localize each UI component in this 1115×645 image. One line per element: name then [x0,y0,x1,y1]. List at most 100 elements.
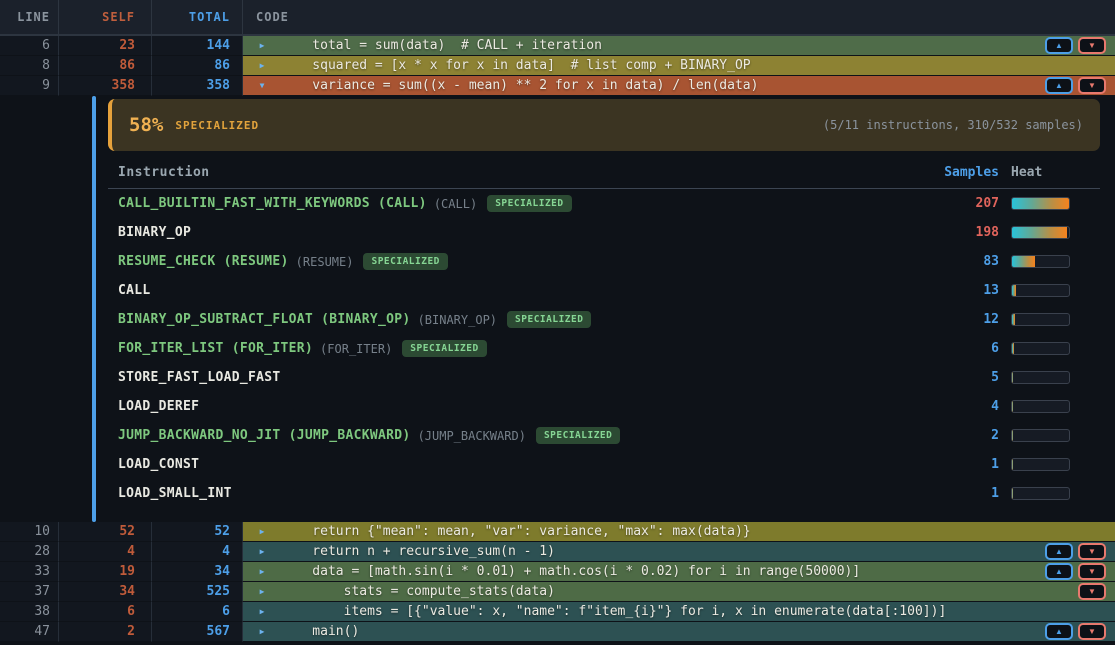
instruction-name-group: FOR_ITER_LIST (FOR_ITER) (FOR_ITER) SPEC… [108,340,929,357]
line-number: 37 [0,582,59,602]
jump-up-button[interactable]: ▲ [1045,623,1073,640]
code-cell[interactable]: ▶ main() ▲ ▼ [243,622,1115,642]
instruction-samples: 4 [929,399,999,414]
heat-bar-track [1011,487,1070,500]
expand-arrow-icon[interactable]: ▶ [243,542,281,562]
specialization-summary-banner: 58% SPECIALIZED (5/11 instructions, 310/… [108,99,1100,151]
expand-arrow-icon[interactable]: ▶ [243,602,281,622]
expand-arrow-icon[interactable]: ▶ [243,36,281,56]
instruction-samples: 5 [929,370,999,385]
code-cell[interactable]: ▶ return n + recursive_sum(n - 1) ▲ ▼ [243,542,1115,562]
instruction-name-group: LOAD_CONST [108,457,929,472]
code-cell[interactable]: ▶ items = [{"value": x, "name": f"item_{… [243,602,1115,622]
line-number: 10 [0,522,59,542]
code-text: data = [math.sin(i * 0.01) + math.cos(i … [281,562,860,582]
instruction-samples: 6 [929,341,999,356]
total-samples: 144 [152,36,243,56]
instruction-base-name: (FOR_ITER) [320,342,392,356]
self-samples: 358 [59,76,152,96]
jump-down-button[interactable]: ▼ [1078,623,1106,640]
code-text: return n + recursive_sum(n - 1) [281,542,555,562]
line-number: 28 [0,542,59,562]
instruction-base-name: (JUMP_BACKWARD) [418,429,526,443]
jump-down-button[interactable]: ▼ [1078,583,1106,600]
heat-bar [999,429,1100,442]
instruction-table-header: Instruction Samples Heat [108,157,1100,189]
jump-down-button[interactable]: ▼ [1078,543,1106,560]
instruction-name-group: BINARY_OP_SUBTRACT_FLOAT (BINARY_OP) (BI… [108,311,929,328]
self-samples: 86 [59,56,152,76]
instruction-samples: 13 [929,283,999,298]
expanded-row-indicator-line [92,96,96,522]
row-nav-buttons: ▲ ▼ [1045,37,1115,54]
total-samples: 86 [152,56,243,76]
instruction-row: FOR_ITER_LIST (FOR_ITER) (FOR_ITER) SPEC… [108,334,1100,363]
self-samples: 34 [59,582,152,602]
jump-up-button[interactable]: ▲ [1045,543,1073,560]
heat-bar [999,371,1100,384]
code-text: items = [{"value": x, "name": f"item_{i}… [281,602,946,622]
self-samples: 4 [59,542,152,562]
instruction-samples: 83 [929,254,999,269]
heat-bar [999,197,1100,210]
jump-up-button[interactable]: ▲ [1045,37,1073,54]
heat-bar-fill [1012,285,1016,296]
code-line-row: 6 23 144 ▶ total = sum(data) # CALL + it… [0,36,1115,56]
code-cell[interactable]: ▶ data = [math.sin(i * 0.01) + math.cos(… [243,562,1115,582]
line-number: 9 [0,76,59,96]
instruction-name: LOAD_DEREF [118,399,199,414]
row-nav-buttons: ▲ ▼ [1045,77,1115,94]
code-rows-bottom: 10 52 52 ▶ return {"mean": mean, "var": … [0,522,1115,642]
down-arrow-icon: ▼ [1088,628,1096,636]
code-cell[interactable]: ▼ variance = sum((x - mean) ** 2 for x i… [243,76,1115,96]
instruction-name: FOR_ITER_LIST (FOR_ITER) [118,341,313,356]
instruction-row: LOAD_CONST 1 [108,450,1100,479]
code-line-row: 47 2 567 ▶ main() ▲ ▼ [0,622,1115,642]
specialized-percent: 58% [129,114,163,136]
expand-arrow-icon[interactable]: ▼ [243,76,281,96]
expand-arrow-icon[interactable]: ▶ [243,562,281,582]
jump-down-button[interactable]: ▼ [1078,563,1106,580]
instruction-row: LOAD_DEREF 4 [108,392,1100,421]
jump-up-button[interactable]: ▲ [1045,563,1073,580]
heat-bar-fill [1012,256,1035,267]
header-heat: Heat [999,165,1100,180]
instruction-samples: 1 [929,457,999,472]
heat-bar-track [1011,342,1070,355]
instruction-name: JUMP_BACKWARD_NO_JIT (JUMP_BACKWARD) [118,428,411,443]
heat-bar-track [1011,255,1070,268]
code-cell[interactable]: ▶ return {"mean": mean, "var": variance,… [243,522,1115,542]
instruction-base-name: (RESUME) [296,255,354,269]
down-arrow-icon: ▼ [1088,568,1096,576]
instruction-samples: 12 [929,312,999,327]
expand-arrow-icon[interactable]: ▶ [243,56,281,76]
instruction-base-name: (CALL) [434,197,477,211]
heat-bar-fill [1012,314,1015,325]
heat-bar-track [1011,458,1070,471]
instruction-row: BINARY_OP 198 [108,218,1100,247]
jump-down-button[interactable]: ▼ [1078,37,1106,54]
column-header-total: TOTAL [152,0,243,34]
heat-bar-fill [1012,227,1067,238]
expand-arrow-icon[interactable]: ▶ [243,522,281,542]
code-text: stats = compute_stats(data) [281,582,555,602]
expand-arrow-icon[interactable]: ▶ [243,622,281,642]
heat-bar [999,284,1100,297]
code-cell[interactable]: ▶ total = sum(data) # CALL + iteration ▲… [243,36,1115,56]
instruction-name-group: RESUME_CHECK (RESUME) (RESUME) SPECIALIZ… [108,253,929,270]
jump-down-button[interactable]: ▼ [1078,77,1106,94]
heat-bar-track [1011,429,1070,442]
instruction-name-group: CALL_BUILTIN_FAST_WITH_KEYWORDS (CALL) (… [108,195,929,212]
instruction-row: CALL 13 [108,276,1100,305]
total-samples: 34 [152,562,243,582]
expand-arrow-icon[interactable]: ▶ [243,582,281,602]
instruction-name: LOAD_CONST [118,457,199,472]
code-cell[interactable]: ▶ stats = compute_stats(data) ▼ [243,582,1115,602]
instruction-name-group: LOAD_SMALL_INT [108,486,929,501]
code-cell[interactable]: ▶ squared = [x * x for x in data] # list… [243,56,1115,76]
heat-bar-fill [1012,459,1013,470]
jump-up-button[interactable]: ▲ [1045,77,1073,94]
header-instruction: Instruction [108,165,929,180]
instruction-name: STORE_FAST_LOAD_FAST [118,370,281,385]
heat-bar-fill [1012,430,1013,441]
